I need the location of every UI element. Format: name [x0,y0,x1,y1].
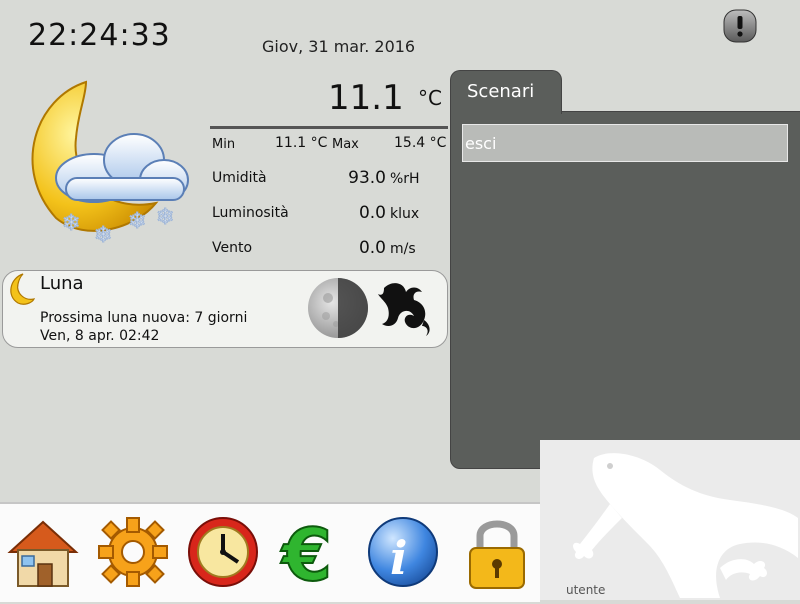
moon-title: Luna [40,273,84,294]
next-new-moon: Prossima luna nuova: 7 giorni [40,310,248,326]
warning-icon[interactable] [722,8,758,44]
luminosity-label: Luminosità [212,205,289,221]
wind-label: Vento [212,240,253,256]
clock-time: 22:24:33 [28,18,171,53]
temperature-unit: °C [418,86,442,110]
svg-text:❄: ❄ [62,211,80,236]
lock-icon[interactable] [458,512,536,592]
humidity-unit: %rH [390,171,420,187]
wind-value: 0.0 [358,238,386,258]
euro-icon[interactable]: € [276,512,354,598]
scenario-item-esci[interactable]: esci [462,124,788,162]
luminosity-value: 0.0 [358,203,386,223]
crescent-moon-icon [6,272,36,306]
svg-text:€: € [280,513,332,592]
divider [210,126,448,129]
tab-scenari[interactable]: Scenari [450,70,562,114]
max-value: 15.4 °C [394,135,447,151]
max-label: Max [332,137,359,152]
settings-gear-icon[interactable] [94,512,172,592]
user-label[interactable]: utente [566,583,605,597]
info-icon[interactable]: i [364,512,442,592]
svg-text:i: i [390,531,407,585]
svg-text:❄: ❄ [128,209,146,234]
moon-cloud-snow-icon: ❄ ❄ ❄ ❄ [16,78,192,249]
svg-text:❄: ❄ [156,205,174,230]
new-moon-date: Ven, 8 apr. 02:42 [40,328,160,344]
moon-phase-icon [306,276,370,340]
home-icon[interactable] [4,512,82,592]
scenari-panel [450,111,800,469]
luminosity-unit: klux [390,206,420,222]
gecko-logo-icon [570,448,800,600]
wind-unit: m/s [390,241,416,257]
capricorn-icon [374,278,436,338]
clock-icon[interactable] [184,512,262,592]
min-value: 11.1 °C [275,135,328,151]
temperature-value: 11.1 [328,78,404,118]
humidity-label: Umidità [212,170,267,186]
current-date: Giov, 31 mar. 2016 [262,37,416,56]
humidity-value: 93.0 [348,168,386,188]
min-label: Min [212,137,236,152]
svg-text:❄: ❄ [94,223,112,243]
